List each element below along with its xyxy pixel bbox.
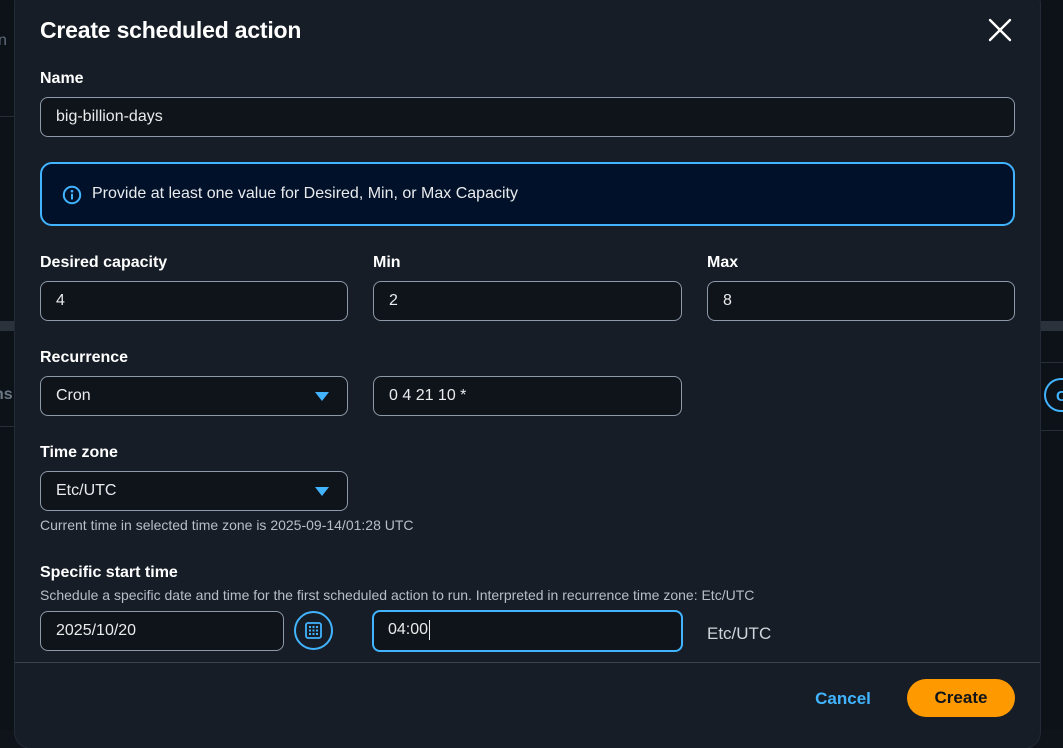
background-divider bbox=[1040, 362, 1063, 363]
dialog-title: Create scheduled action bbox=[40, 17, 301, 44]
create-button[interactable]: Create bbox=[907, 679, 1015, 717]
name-input[interactable]: big-billion-days bbox=[40, 97, 1015, 137]
time-zone-select-value: Etc/UTC bbox=[56, 482, 116, 499]
footer-divider bbox=[15, 662, 1040, 663]
time-zone-select[interactable]: Etc/UTC bbox=[40, 471, 348, 511]
info-alert: Provide at least one value for Desired, … bbox=[40, 162, 1015, 226]
recurrence-select[interactable]: Cron bbox=[40, 376, 348, 416]
desired-capacity-label: Desired capacity bbox=[40, 254, 167, 272]
background-divider bbox=[1040, 430, 1063, 431]
background-heading-fragment: ns bbox=[0, 386, 13, 404]
recurrence-select-value: Cron bbox=[56, 387, 91, 404]
min-capacity-label: Min bbox=[373, 254, 401, 272]
start-time-zone-suffix: Etc/UTC bbox=[707, 624, 771, 644]
calendar-button[interactable] bbox=[294, 611, 333, 650]
background-create-button: Cr bbox=[1044, 378, 1063, 412]
name-label: Name bbox=[40, 70, 84, 88]
recurrence-label: Recurrence bbox=[40, 349, 128, 367]
background-bar bbox=[1040, 321, 1063, 331]
start-date-input[interactable]: 2025/10/20 bbox=[40, 611, 284, 651]
desired-capacity-input[interactable]: 4 bbox=[40, 281, 348, 321]
min-capacity-input[interactable]: 2 bbox=[373, 281, 682, 321]
caret-down-icon bbox=[315, 487, 329, 496]
background-divider bbox=[0, 116, 15, 117]
text-cursor bbox=[429, 620, 430, 640]
max-capacity-label: Max bbox=[707, 254, 738, 272]
cron-expression-input[interactable]: 0 4 21 10 * bbox=[373, 376, 682, 416]
start-time-value: 04:00 bbox=[388, 621, 428, 638]
start-time-input[interactable]: 04:00 bbox=[372, 610, 683, 652]
background-divider bbox=[0, 426, 15, 427]
background-text-fragment: n bbox=[0, 32, 7, 50]
start-time-description: Schedule a specific date and time for th… bbox=[40, 587, 754, 603]
alert-text: Provide at least one value for Desired, … bbox=[92, 185, 518, 203]
info-icon bbox=[62, 185, 82, 205]
background-bar bbox=[0, 321, 15, 331]
time-zone-label: Time zone bbox=[40, 444, 118, 462]
close-icon[interactable] bbox=[987, 17, 1013, 43]
calendar-icon bbox=[305, 622, 322, 639]
time-zone-hint: Current time in selected time zone is 20… bbox=[40, 517, 414, 533]
cancel-button[interactable]: Cancel bbox=[800, 681, 886, 717]
max-capacity-input[interactable]: 8 bbox=[707, 281, 1015, 321]
caret-down-icon bbox=[315, 392, 329, 401]
start-time-label: Specific start time bbox=[40, 564, 178, 582]
